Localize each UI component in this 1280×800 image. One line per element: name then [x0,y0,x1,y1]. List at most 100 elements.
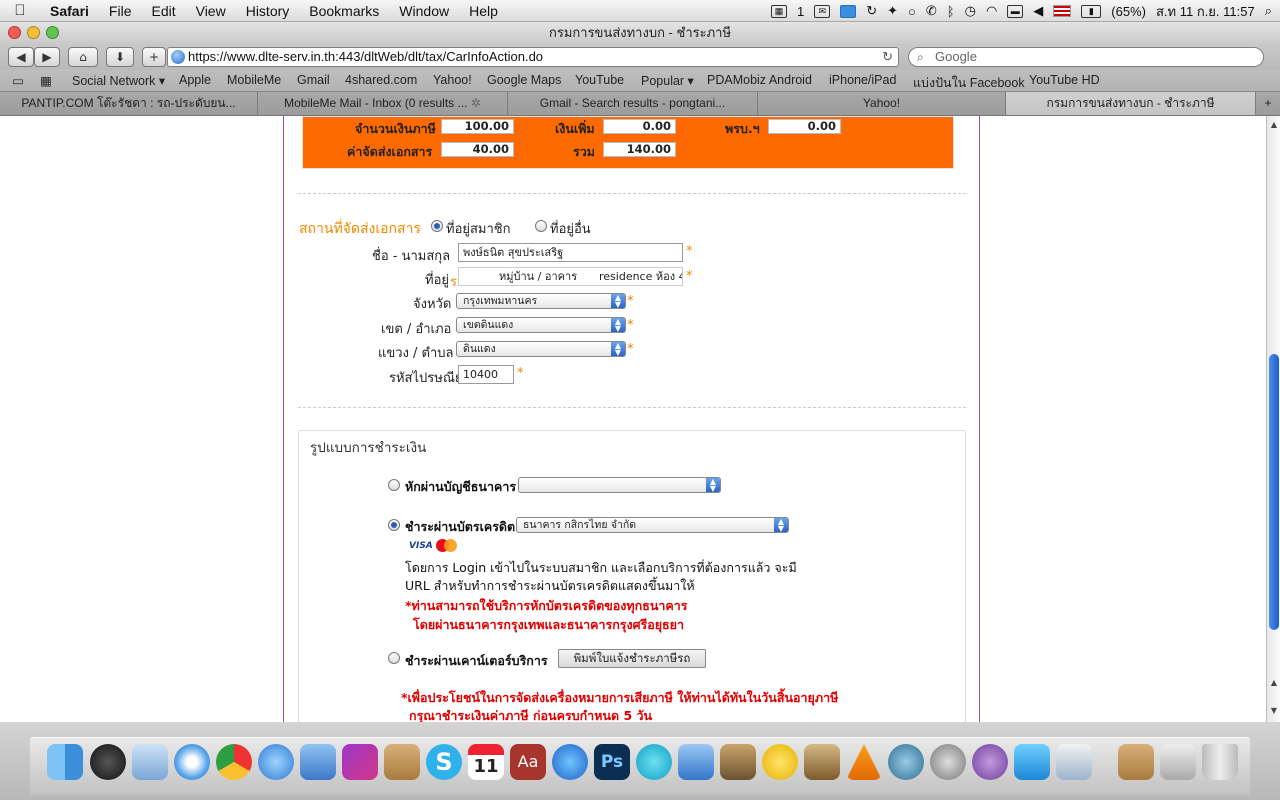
tab-gmail[interactable]: Gmail - Search results - pongtani... [508,92,758,115]
safari-icon[interactable] [174,744,210,780]
scrollbar-thumb[interactable] [1269,354,1279,630]
cyberduck-icon[interactable] [762,744,798,780]
top-sites-icon[interactable]: ▦ [40,73,52,88]
apple-menu-icon[interactable]:  [0,2,40,19]
bookmark-item[interactable]: แบ่งปันใน Facebook [913,73,1025,93]
district-select[interactable]: เขตดินแดง ▲ ▼ [456,317,626,333]
bookmark-item[interactable]: Google Maps [487,73,561,87]
search-field[interactable]: ⌕ Google [908,47,1264,67]
menu-view[interactable]: View [186,3,236,19]
bookmark-item[interactable]: iPhone/iPad [829,73,896,87]
downloads-stack-icon[interactable] [1160,744,1196,780]
iweb-icon[interactable] [636,744,672,780]
menu-history[interactable]: History [236,3,300,19]
chat-status-icon[interactable]: ○ [908,4,916,19]
member-address-radio[interactable] [431,220,443,232]
iphoto-icon[interactable] [804,744,840,780]
time-machine-icon[interactable] [888,744,924,780]
bookmark-item[interactable]: YouTube [575,73,624,87]
bank-debit-label[interactable]: หักผ่านบัญชีธนาคาร [405,477,516,497]
skype-icon[interactable]: S [426,744,462,780]
bookmark-item[interactable]: Gmail [297,73,330,87]
bookmark-item[interactable]: Yahoo! [433,73,472,87]
reading-list-icon[interactable]: ▭ [12,73,24,88]
notification-count[interactable]: 1 [797,4,804,19]
finder-icon[interactable] [47,744,83,780]
wifi-status-icon[interactable]: ◠ [986,3,997,19]
dictionary-icon[interactable]: Aa [510,744,546,780]
other-address-radio[interactable] [535,220,547,232]
print-tax-slip-button[interactable]: พิมพ์ใบแจ้งชำระภาษีรถ [558,649,706,668]
system-preferences-icon[interactable] [930,744,966,780]
menu-edit[interactable]: Edit [141,3,185,19]
scroll-up-arrow-icon[interactable]: ▲ [1268,678,1280,687]
credit-card-radio[interactable] [388,519,400,531]
address-village-field[interactable]: หมู่บ้าน / อาคาร residence ห้อง 4 [458,267,683,286]
phone-status-icon[interactable]: ✆ [926,3,937,19]
bookmarks-view-button[interactable]: ⌂ [68,47,98,67]
documents-folder-icon[interactable] [1118,744,1154,780]
ichat-icon[interactable] [300,744,336,780]
display-status-icon[interactable]: ▬ [1007,4,1024,18]
app-icon-2[interactable] [1014,744,1050,780]
downloads-button[interactable]: ⬇ [106,47,134,67]
facetime-icon[interactable] [258,744,294,780]
bookmark-item[interactable]: Popular ▾ [641,73,694,88]
bookmark-item[interactable]: YouTube HD [1029,73,1100,87]
bank-debit-select[interactable]: ▲ ▼ [518,477,721,493]
menu-window[interactable]: Window [389,3,459,19]
itunes-store-icon[interactable] [342,744,378,780]
back-button[interactable]: ◀ [8,47,34,67]
counter-payment-label[interactable]: ชำระผ่านเคาน์เตอร์บริการ [405,651,548,671]
credit-card-label[interactable]: ชำระผ่านบัตรเครดิต [405,517,515,537]
ical-icon[interactable]: 11 [468,744,504,780]
itunes-icon[interactable] [552,744,588,780]
menu-bookmarks[interactable]: Bookmarks [299,3,389,19]
tab-pantip[interactable]: PANTIP.COM โต๊ะรัชดา : รถ-ประดับยน... [0,92,258,115]
app-menu-safari[interactable]: Safari [40,3,99,19]
preview-icon[interactable] [720,744,756,780]
photoshop-icon[interactable]: Ps [594,744,630,780]
province-select[interactable]: กรุงเทพมหานคร ▲ ▼ [456,293,626,309]
spotlight-icon[interactable]: ⌕ [1265,3,1272,19]
zoom-window-button[interactable] [46,26,59,39]
bank-debit-radio[interactable] [388,479,400,491]
forward-button[interactable]: ▶ [34,47,60,67]
add-bookmark-button[interactable]: + [142,47,166,67]
bookmark-item[interactable]: PDAMobiz Android [707,73,812,87]
trash-icon[interactable] [1202,744,1238,780]
address-book-icon[interactable] [384,744,420,780]
scroll-down-arrow-icon[interactable]: ▼ [1268,706,1280,715]
other-address-label[interactable]: ที่อยู่อื่น [550,218,591,239]
subdistrict-select[interactable]: ดินแดง ▲ ▼ [456,341,626,357]
bluetooth-status-icon[interactable]: ᛒ [947,4,955,19]
mail-status-icon[interactable]: ✉ [814,4,831,18]
credit-card-bank-select[interactable]: ธนาคาร กสิกรไทย จำกัด ▲ ▼ [516,517,789,533]
vertical-scrollbar[interactable]: ▲ ▲ ▼ [1266,116,1280,722]
bookmark-item[interactable]: Apple [179,73,211,87]
tab-dlt-tax[interactable]: กรมการขนส่งทางบก - ชำระภาษี [1006,92,1256,115]
dropbox-status-icon[interactable] [840,4,857,18]
close-window-button[interactable] [8,26,21,39]
mail-icon[interactable] [132,744,168,780]
tab-mobileme-mail[interactable]: MobileMe Mail - Inbox (0 results ... ✲ [258,92,508,115]
counter-payment-radio[interactable] [388,652,400,664]
bookmark-item[interactable]: MobileMe [227,73,281,87]
bluetooth-icon[interactable] [678,744,714,780]
name-field[interactable]: พงษ์ธนิต สุขประเสริฐ [458,243,683,262]
scroll-up-arrow-icon[interactable]: ▲ [1268,120,1280,129]
battery-status-icon[interactable]: ▮ [1081,4,1102,18]
chrome-icon[interactable] [216,744,252,780]
time-machine-status-icon[interactable]: ◷ [965,3,976,19]
calendar-status-icon[interactable]: ▦ [770,4,787,18]
us-flag-input-icon[interactable] [1053,5,1072,17]
bookmark-item[interactable]: 4shared.com [345,73,417,87]
member-address-label[interactable]: ที่อยู่สมาชิก [446,218,511,239]
clock[interactable]: ส.ท 11 ก.ย. 11:57 [1156,1,1255,22]
app-status-icon[interactable]: ✦ [887,3,898,19]
bookmark-item[interactable]: Social Network ▾ [72,73,165,88]
reload-icon[interactable]: ↻ [882,48,893,66]
dashboard-icon[interactable] [90,744,126,780]
volume-status-icon[interactable]: ◀ [1033,3,1043,19]
app-icon[interactable] [972,744,1008,780]
